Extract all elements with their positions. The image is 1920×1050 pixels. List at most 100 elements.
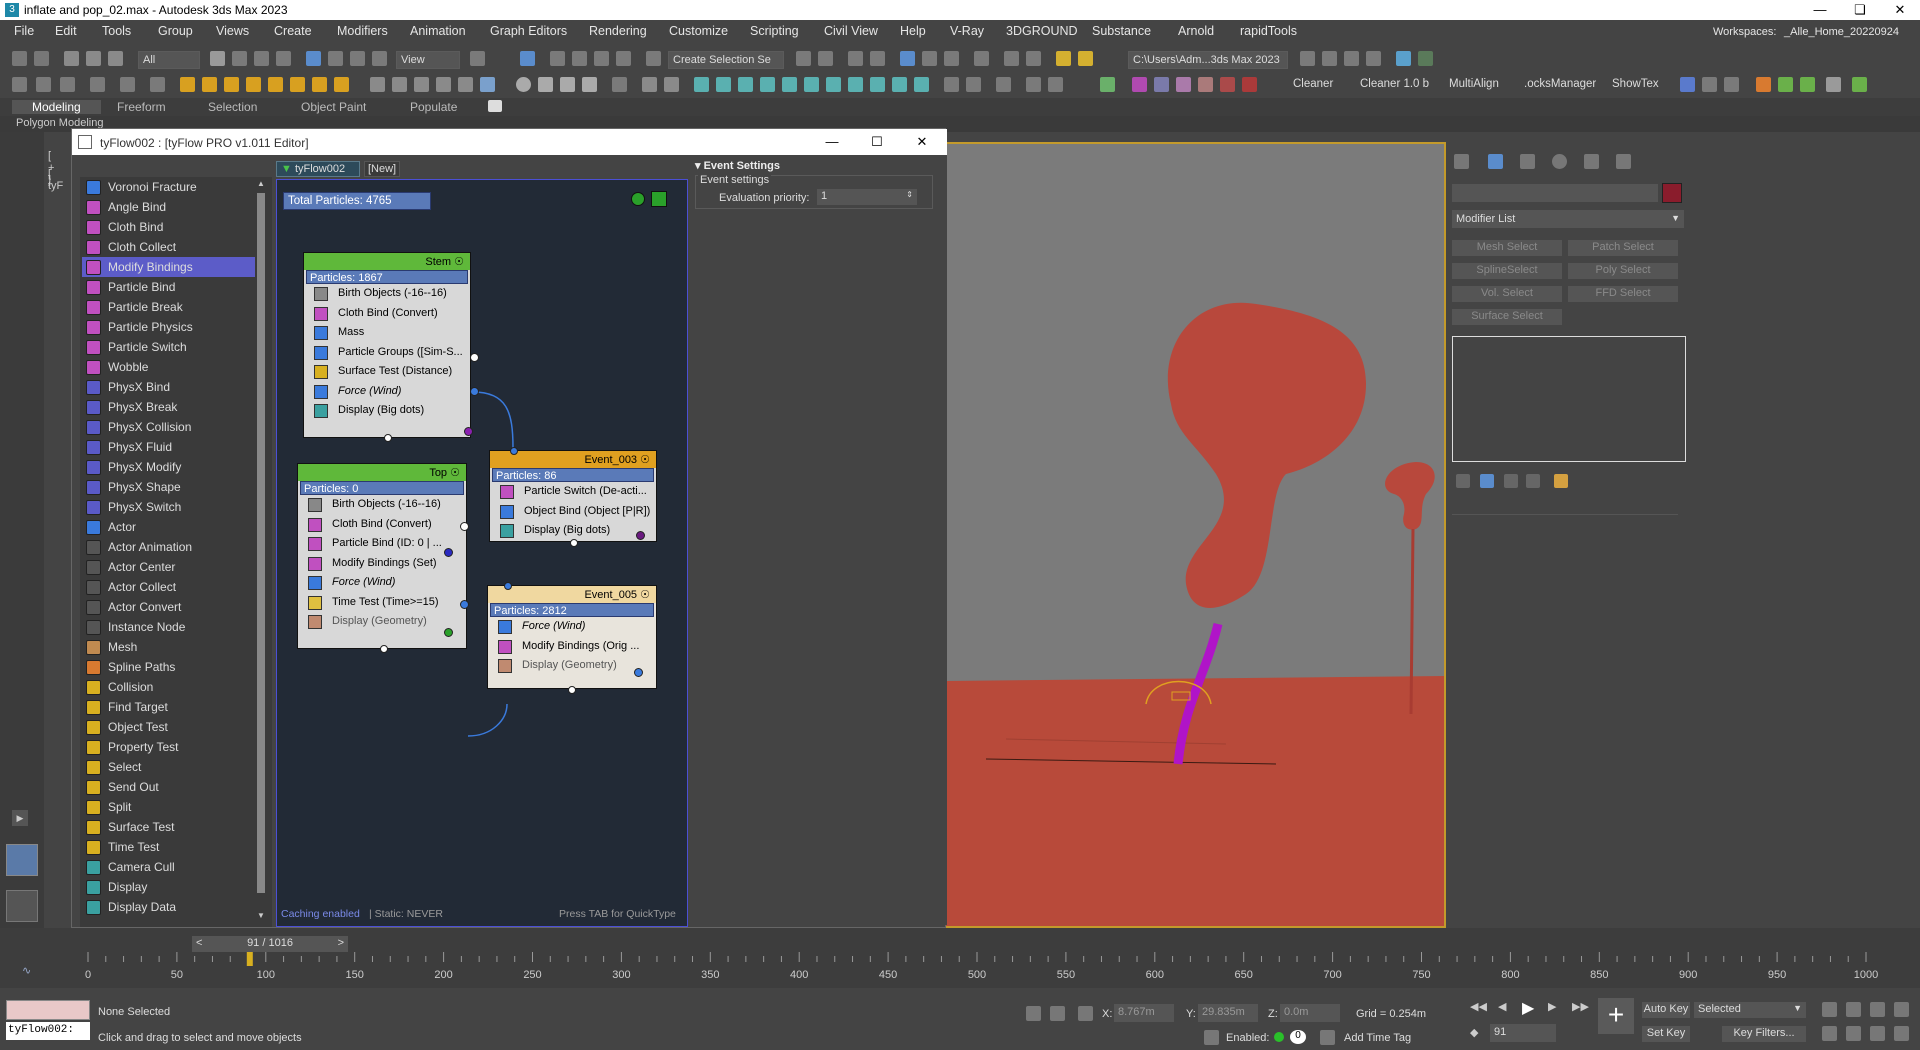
showtex-button[interactable]: ShowTex: [1612, 78, 1659, 90]
op-modify-bindings[interactable]: Modify Bindings (Orig ...: [488, 637, 656, 657]
panel-icon[interactable]: [1826, 77, 1841, 92]
op-birth-objects[interactable]: Birth Objects (-16--16): [298, 495, 466, 515]
time-slider[interactable]: < 91 / 1016 >: [192, 936, 348, 952]
add-time-tag[interactable]: Add Time Tag: [1344, 1032, 1411, 1044]
pivot-icon[interactable]: [470, 51, 485, 66]
operator-list-item[interactable]: Collision: [82, 677, 260, 697]
menu-tools[interactable]: Tools: [102, 24, 131, 38]
operator-list-item[interactable]: Wobble: [82, 357, 260, 377]
operator-list-item[interactable]: Split: [82, 797, 260, 817]
time-next-icon[interactable]: >: [338, 937, 344, 949]
next-frame-icon[interactable]: ▶: [1548, 1000, 1568, 1014]
material-sphere-icon[interactable]: [538, 77, 553, 92]
operator-list-item[interactable]: Spline Paths: [82, 657, 260, 677]
ball-icon[interactable]: [516, 77, 531, 92]
output-port[interactable]: [460, 522, 469, 531]
undo-icon[interactable]: [12, 51, 27, 66]
remove-modifier-icon[interactable]: [1526, 474, 1540, 488]
select-by-name-icon[interactable]: [232, 51, 247, 66]
op-particle-switch[interactable]: Particle Switch (De-acti...: [490, 482, 656, 502]
op-force-wind[interactable]: Force (Wind): [304, 382, 470, 402]
named-selection-icon[interactable]: [646, 51, 661, 66]
menu-views[interactable]: Views: [216, 24, 249, 38]
zoom-icon[interactable]: [1822, 1002, 1837, 1017]
material-editor-icon[interactable]: [974, 51, 989, 66]
rapid-r-icon[interactable]: [1680, 77, 1695, 92]
operator-list-item[interactable]: Surface Test: [82, 817, 260, 837]
cleaner-button[interactable]: Cleaner: [1293, 78, 1333, 90]
forest-icon[interactable]: [180, 77, 195, 92]
selection-filter-dropdown[interactable]: All: [138, 51, 200, 69]
locks-manager-button[interactable]: .ocksManager: [1524, 78, 1596, 90]
export-icon[interactable]: [1756, 77, 1771, 92]
operator-list-item[interactable]: Particle Break: [82, 297, 260, 317]
op-surface-test[interactable]: Surface Test (Distance): [304, 362, 470, 382]
menu-animation[interactable]: Animation: [410, 24, 466, 38]
unlink-icon[interactable]: [86, 51, 101, 66]
maximize-viewport-icon[interactable]: [1894, 1026, 1909, 1041]
scene-states-icon[interactable]: [36, 77, 51, 92]
orbit-icon[interactable]: [1870, 1026, 1885, 1041]
tyflow-maximize-icon[interactable]: ☐: [857, 132, 897, 152]
output-port[interactable]: [568, 686, 576, 694]
absolute-mode-icon[interactable]: [1078, 1006, 1093, 1021]
display-color-dot[interactable]: [636, 531, 645, 540]
menu-customize[interactable]: Customize: [669, 24, 728, 38]
operator-list-item[interactable]: Find Target: [82, 697, 260, 717]
scroll-up-icon[interactable]: ▲: [257, 179, 265, 189]
gift-icon[interactable]: [150, 77, 165, 92]
tile-grid-icon[interactable]: [1198, 77, 1213, 92]
operator-list-item[interactable]: PhysX Collision: [82, 417, 260, 437]
grid-green-icon[interactable]: [1852, 77, 1867, 92]
vray-clipper-icon[interactable]: [848, 77, 863, 92]
project-folder-icon[interactable]: [1300, 51, 1315, 66]
poly-select-button[interactable]: Poly Select: [1568, 263, 1678, 279]
red-grid-icon[interactable]: [1242, 77, 1257, 92]
menu-help[interactable]: Help: [900, 24, 926, 38]
sphere-icon[interactable]: [370, 77, 385, 92]
sun-icon[interactable]: [224, 77, 239, 92]
vray-settings-icon[interactable]: [996, 77, 1011, 92]
op-cloth-bind[interactable]: Cloth Bind (Convert): [298, 515, 466, 535]
flame-icon[interactable]: [334, 77, 349, 92]
vray-icon[interactable]: [642, 77, 657, 92]
menu-substance[interactable]: Substance: [1092, 24, 1151, 38]
operator-list-item[interactable]: PhysX Modify: [82, 457, 260, 477]
operator-list-item[interactable]: PhysX Shape: [82, 477, 260, 497]
plant-icon[interactable]: [436, 77, 451, 92]
scroll-down-icon[interactable]: ▼: [257, 911, 265, 921]
op-modify-bindings[interactable]: Modify Bindings (Set): [298, 554, 466, 574]
op-particle-groups[interactable]: Particle Groups ([Sim-S...: [304, 343, 470, 363]
rendered-frame-icon[interactable]: [1026, 51, 1041, 66]
fov-icon[interactable]: [1822, 1026, 1837, 1041]
key-filters-button[interactable]: Key Filters...: [1722, 1026, 1806, 1042]
current-frame-spinner[interactable]: 91: [1490, 1024, 1556, 1042]
output-port[interactable]: [470, 387, 479, 396]
output-port[interactable]: [470, 353, 479, 362]
op-time-test[interactable]: Time Test (Time>=15): [298, 593, 466, 613]
align-icon[interactable]: [818, 51, 833, 66]
knife-icon[interactable]: [1702, 77, 1717, 92]
isolate-icon[interactable]: [1026, 1006, 1041, 1021]
object-name-field[interactable]: [1452, 184, 1658, 202]
set-key-plus-icon[interactable]: +: [1598, 998, 1634, 1034]
display-tab-icon[interactable]: [1584, 154, 1599, 169]
render-warning-icon[interactable]: [1056, 51, 1071, 66]
operator-list-item[interactable]: Actor: [82, 517, 260, 537]
goto-end-icon[interactable]: ▶▶: [1572, 1000, 1592, 1014]
project-path-dropdown[interactable]: C:\Users\Adm...3ds Max 2023: [1128, 51, 1288, 69]
particle-bind-dot[interactable]: [444, 548, 453, 557]
vray-mesh-light-icon[interactable]: [760, 77, 775, 92]
op-display-geometry[interactable]: Display (Geometry): [488, 656, 656, 676]
menu-file[interactable]: File: [14, 24, 34, 38]
pin-stack-icon[interactable]: [1456, 474, 1470, 488]
zoom-all-icon[interactable]: [1846, 1002, 1861, 1017]
surface-select-button[interactable]: Surface Select: [1452, 309, 1562, 325]
event-header-stem[interactable]: Stem ☉: [304, 253, 470, 270]
tab-populate[interactable]: Populate: [410, 100, 457, 114]
scene-explorer-icon[interactable]: [870, 51, 885, 66]
menu-vray[interactable]: V-Ray: [950, 24, 984, 38]
vray-decal-icon[interactable]: [870, 77, 885, 92]
operator-list-item[interactable]: Actor Convert: [82, 597, 260, 617]
move-icon[interactable]: [306, 51, 321, 66]
